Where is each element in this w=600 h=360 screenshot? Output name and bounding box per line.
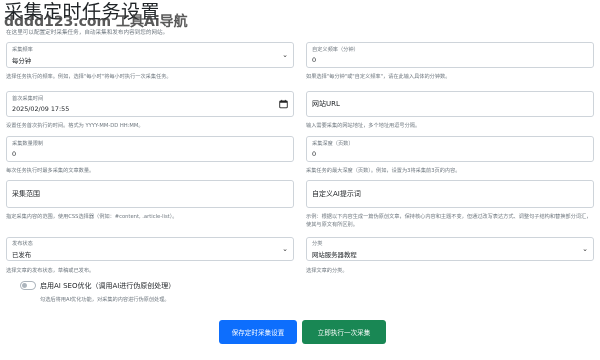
limit-value: 0 [12,150,17,158]
next-run-help: 设置任务首次执行的时间。格式为 YYYY-MM-DD HH:MM。 [6,123,144,129]
site-url-input[interactable]: 网站URL [306,91,594,117]
depth-input[interactable]: 采集深度（页数） 0 [306,136,594,162]
publish-status-value: 已发布 [12,251,32,259]
toggle-knob [22,283,27,288]
seo-toggle-help: 勾选后将用AI优化功能，对采集的内容进行伪原创处理。 [40,297,170,303]
custom-frequency-value: 0 [312,56,317,64]
category-select[interactable]: 分类 网站服务器教程 ⌄ [306,237,594,261]
frequency-help: 选择任务执行的频率。例如，选择"每小时"将每小时执行一次采集任务。 [6,74,172,80]
site-url-placeholder: 网站URL [312,100,340,108]
limit-input[interactable]: 采集数量限制 0 [6,136,294,162]
custom-frequency-help: 如果选择"每分钟"或"自定义频率"，请在此输入具体的分钟数。 [306,74,451,80]
next-run-datetime-input[interactable]: 首次采集时间 2025/02/09 17:55 [6,91,294,117]
depth-value: 0 [312,150,317,158]
site-url-help: 输入需要采集的网站地址，多个地址用逗号分隔。 [306,123,421,129]
seo-toggle-switch[interactable] [20,281,36,290]
ai-prompt-textarea[interactable]: 自定义AI提示词 [306,180,594,208]
depth-label: 采集深度（页数） [312,141,354,147]
custom-frequency-label: 自定义频率（分钟） [312,47,359,53]
scope-placeholder: 采集范围 [12,190,40,198]
ai-prompt-placeholder: 自定义AI提示词 [312,190,361,198]
category-help: 选择文章的分类。 [306,268,348,274]
publish-status-select[interactable]: 发布状态 已发布 ⌄ [6,237,294,261]
limit-help: 每次任务执行时最多采集的文章数量。 [6,168,95,174]
chevron-down-icon: ⌄ [282,245,288,253]
category-label: 分类 [312,241,323,247]
frequency-label: 采集频率 [12,47,33,53]
seo-toggle-label[interactable]: 启用AI SEO优化（调用AI进行伪原创处理） [40,281,175,291]
next-run-label: 首次采集时间 [12,96,44,102]
category-value: 网站服务器教程 [312,251,357,259]
depth-help: 采集任务的最大深度（页数）。例如，设置为3将采集前3页的内容。 [306,168,461,174]
scope-help: 指定采集内容的范围，使用CSS选择器（例如：#content, .article… [6,214,178,220]
chevron-down-icon: ⌄ [282,51,288,59]
scope-input[interactable]: 采集范围 [6,180,294,208]
chevron-down-icon: ⌄ [582,245,588,253]
run-once-button[interactable]: 立即执行一次采集 [302,320,386,344]
custom-frequency-input[interactable]: 自定义频率（分钟） 0 [306,42,594,68]
next-run-value: 2025/02/09 17:55 [12,105,70,113]
calendar-icon[interactable] [279,99,288,109]
frequency-select[interactable]: 采集频率 每分钟 ⌄ [6,42,294,68]
publish-status-help: 选择文章的发布状态，草稿或已发布。 [6,268,95,274]
publish-status-label: 发布状态 [12,241,33,247]
save-schedule-button[interactable]: 保存定时采集设置 [219,320,297,344]
ai-prompt-help: 示例：根据以下内容生成一篇伪原创文章，保持核心内容和主题不变，但通过改写表达方式… [306,214,592,228]
frequency-value: 每分钟 [12,57,32,65]
page-subtitle: 在这里可以配置定时采集任务，自动采集和发布内容到您的网站。 [6,30,169,36]
limit-label: 采集数量限制 [12,141,44,147]
